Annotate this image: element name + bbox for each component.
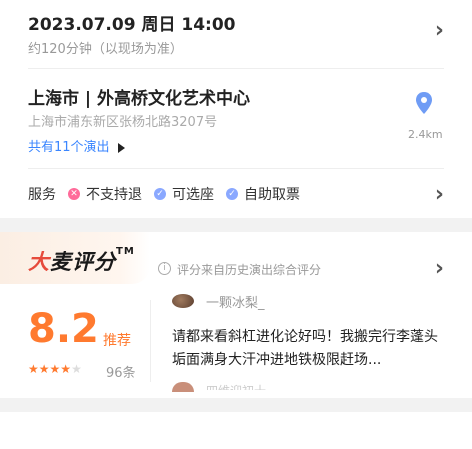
chevron-right-icon[interactable]: ›: [435, 256, 444, 281]
services-label: 服务: [28, 187, 56, 203]
recommend-label: 推荐: [103, 333, 131, 349]
divider: [28, 68, 444, 69]
location-pin-icon[interactable]: [415, 92, 433, 114]
chevron-right-icon[interactable]: ›: [435, 182, 444, 207]
services-row[interactable]: 服务 ✕ 不支持退 ✓ 可选座 ✓ 自助取票: [28, 184, 300, 204]
show-info-card: 2023.07.09 周日 14:00 约120分钟（以现场为准） › 上海市 …: [0, 0, 472, 218]
star-icon: ★: [71, 362, 82, 376]
service-self-ticket: ✓ 自助取票: [226, 184, 300, 204]
rating-card[interactable]: 大麦评分TM i 评分来自历史演出综合评分 › 8.2 推荐 ★★★★★ 96条…: [0, 232, 472, 398]
show-date[interactable]: 2023.07.09 周日 14:00: [28, 10, 236, 35]
star-icon: ★: [60, 362, 72, 376]
play-triangle-icon: [117, 142, 125, 153]
avatar[interactable]: [172, 382, 194, 392]
x-circle-icon: ✕: [68, 188, 80, 200]
service-label: 可选座: [172, 187, 214, 203]
venue-distance: 2.4km: [408, 128, 443, 141]
check-circle-icon: ✓: [226, 188, 238, 200]
show-duration: 约120分钟（以现场为准）: [28, 42, 183, 57]
shows-link-label: 共有11个演出: [28, 140, 110, 155]
venue-shows-link[interactable]: 共有11个演出: [28, 136, 125, 155]
next-section-card: [0, 412, 472, 449]
star-rating: ★★★★★: [28, 362, 82, 376]
service-label: 不支持退: [86, 187, 142, 203]
service-no-refund: ✕ 不支持退: [68, 184, 142, 204]
damai-rating-logo: 大麦评分TM: [28, 246, 135, 274]
rating-score: 8.2: [28, 306, 99, 352]
service-seat-select: ✓ 可选座: [154, 184, 214, 204]
avatar[interactable]: [172, 294, 194, 308]
chevron-right-icon[interactable]: ›: [435, 18, 444, 43]
review-text[interactable]: 请都来看斜杠进化论好吗！我搬完行李蓬头垢面满身大汗冲进地铁极限赶场...: [172, 326, 447, 372]
divider: [150, 300, 151, 382]
venue-address: 上海市浦东新区张杨北路3207号: [28, 115, 218, 130]
venue-name[interactable]: 上海市 | 外高桥文化艺术中心: [28, 84, 250, 109]
divider: [28, 168, 444, 169]
reviewer-name[interactable]: 一颗冰梨_: [206, 292, 265, 311]
rating-source-note: 评分来自历史演出综合评分: [177, 263, 322, 277]
info-icon[interactable]: i: [158, 262, 171, 275]
reviewer-name[interactable]: 四维迎初十: [206, 382, 266, 390]
review-count: 96条: [106, 366, 136, 381]
service-label: 自助取票: [244, 187, 300, 203]
star-icon: ★: [38, 362, 50, 376]
check-circle-icon: ✓: [154, 188, 166, 200]
star-icon: ★: [49, 362, 61, 376]
star-icon: ★: [28, 362, 39, 376]
